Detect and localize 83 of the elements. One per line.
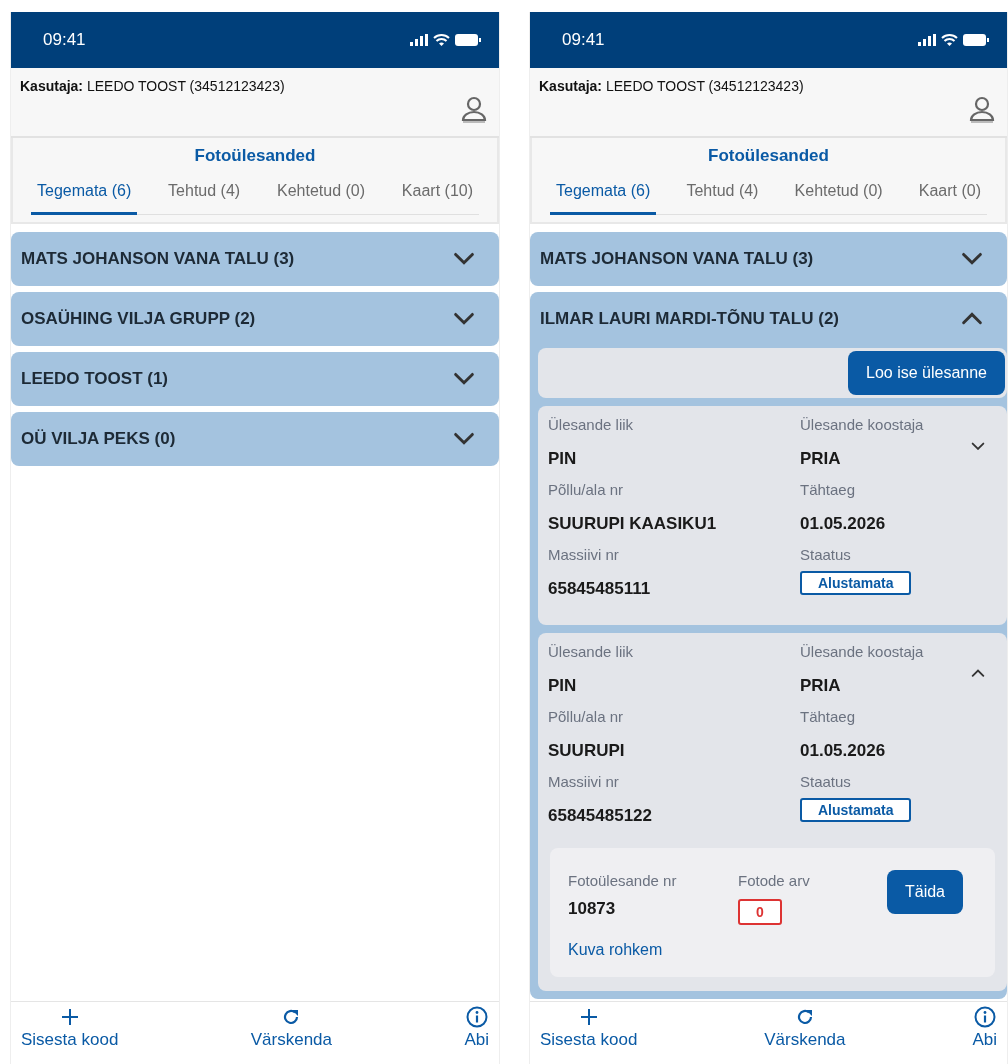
person-icon[interactable] <box>461 96 487 124</box>
nav-button[interactable]: Sisesta kood <box>21 1006 119 1064</box>
field-label: Põllu/ala nr <box>548 481 624 498</box>
field-label: Ülesande liik <box>548 416 634 433</box>
tab[interactable]: Tehtud (4) <box>680 174 765 215</box>
plus-icon <box>579 1006 598 1028</box>
field-value: SUURUPI <box>548 741 625 761</box>
page-title: Fotoülesanded <box>708 146 829 166</box>
field-value: 10873 <box>568 899 617 919</box>
chevron-down-icon[interactable] <box>961 252 983 266</box>
nav-button[interactable]: Värskenda <box>764 1006 846 1064</box>
chevron-down-icon[interactable] <box>453 312 475 326</box>
info-icon <box>465 1006 488 1028</box>
chevron-down-icon[interactable] <box>971 442 985 451</box>
nav-button[interactable]: Abi <box>972 1006 997 1064</box>
status-badge: Alustamata <box>800 798 912 822</box>
group-title: OÜ VILJA PEKS (0) <box>21 429 176 449</box>
field-label: Staatus <box>800 773 851 790</box>
person-icon[interactable] <box>969 96 995 124</box>
field-label: Ülesande liik <box>548 643 634 660</box>
field-value: PRIA <box>800 449 841 469</box>
field-value: 01.05.2026 <box>800 741 886 761</box>
tab[interactable]: Tehtud (4) <box>162 174 247 215</box>
group-title: ILMAR LAURI MARDI-TÕNU TALU (2) <box>540 309 840 329</box>
chevron-down-icon[interactable] <box>453 432 475 446</box>
info-icon <box>973 1006 996 1028</box>
group-header[interactable]: OÜ VILJA PEKS (0) <box>11 412 499 466</box>
tab[interactable]: Kaart (10) <box>395 174 479 215</box>
group-header[interactable]: MATS JOHANSON VANA TALU (3) <box>530 232 1007 286</box>
fill-button[interactable]: Täida <box>886 870 963 914</box>
group-header[interactable]: LEEDO TOOST (1) <box>11 352 499 406</box>
field-label: Ülesande koostaja <box>800 643 924 660</box>
nav-button[interactable]: Abi <box>464 1006 489 1064</box>
create-task-button[interactable]: Loo ise ülesanne <box>848 351 1005 395</box>
field-label: Tähtaeg <box>800 481 856 498</box>
chevron-down-icon[interactable] <box>453 252 475 266</box>
nav-button[interactable]: Sisesta kood <box>540 1006 638 1064</box>
group-title: MATS JOHANSON VANA TALU (3) <box>540 249 814 269</box>
field-value: PIN <box>548 676 577 696</box>
chevron-down-icon[interactable] <box>453 372 475 386</box>
field-value: PRIA <box>800 676 841 696</box>
chevron-up-icon[interactable] <box>971 669 985 678</box>
field-value: PIN <box>548 449 577 469</box>
wifi-icon <box>433 34 450 46</box>
group-header[interactable]: OSAÜHING VILJA GRUPP (2) <box>11 292 499 346</box>
status-time: 09:41 <box>562 30 605 50</box>
page-title: Fotoülesanded <box>194 146 316 166</box>
field-label: Fotode arv <box>738 872 811 889</box>
group-header[interactable]: ILMAR LAURI MARDI-TÕNU TALU (2) <box>530 292 1007 346</box>
group-title: MATS JOHANSON VANA TALU (3) <box>21 249 295 269</box>
tab[interactable]: Kehtetud (0) <box>788 174 889 215</box>
nav-button[interactable]: Värskenda <box>250 1006 332 1064</box>
field-label: Tähtaeg <box>800 708 856 725</box>
tab[interactable]: Kaart (0) <box>912 174 987 215</box>
status-badge: Alustamata <box>800 571 912 595</box>
battery-icon <box>455 34 481 46</box>
photo-count-badge: 0 <box>738 899 782 925</box>
user-info: Kasutaja: LEEDO TOOST (34512123423) <box>20 78 285 96</box>
tab[interactable]: Kehtetud (0) <box>270 174 372 215</box>
show-more-link[interactable]: Kuva rohkem <box>568 941 887 959</box>
user-info: Kasutaja: LEEDO TOOST (34512123423) <box>539 78 804 96</box>
status-time: 09:41 <box>43 30 86 50</box>
field-value: 65845485122 <box>548 806 652 826</box>
signal-icon <box>918 34 936 46</box>
group-header[interactable]: MATS JOHANSON VANA TALU (3) <box>11 232 499 286</box>
chevron-up-icon[interactable] <box>961 312 983 326</box>
signal-icon <box>410 34 428 46</box>
group-title: OSAÜHING VILJA GRUPP (2) <box>21 309 256 329</box>
field-label: Massiivi nr <box>548 546 619 563</box>
field-label: Massiivi nr <box>548 773 619 790</box>
tab[interactable]: Tegemata (6) <box>31 174 138 215</box>
field-label: Põllu/ala nr <box>548 708 624 725</box>
battery-icon <box>963 34 989 46</box>
field-label: Fotoülesande nr <box>568 872 678 889</box>
field-value: 65845485111 <box>548 579 651 599</box>
field-value: 01.05.2026 <box>800 514 886 534</box>
field-label: Staatus <box>800 546 851 563</box>
field-value: SUURUPI KAASIKU1 <box>548 514 717 534</box>
plus-icon <box>60 1006 79 1028</box>
tab[interactable]: Tegemata (6) <box>550 174 657 215</box>
field-label: Ülesande koostaja <box>800 416 924 433</box>
group-title: LEEDO TOOST (1) <box>21 369 169 389</box>
wifi-icon <box>941 34 958 46</box>
